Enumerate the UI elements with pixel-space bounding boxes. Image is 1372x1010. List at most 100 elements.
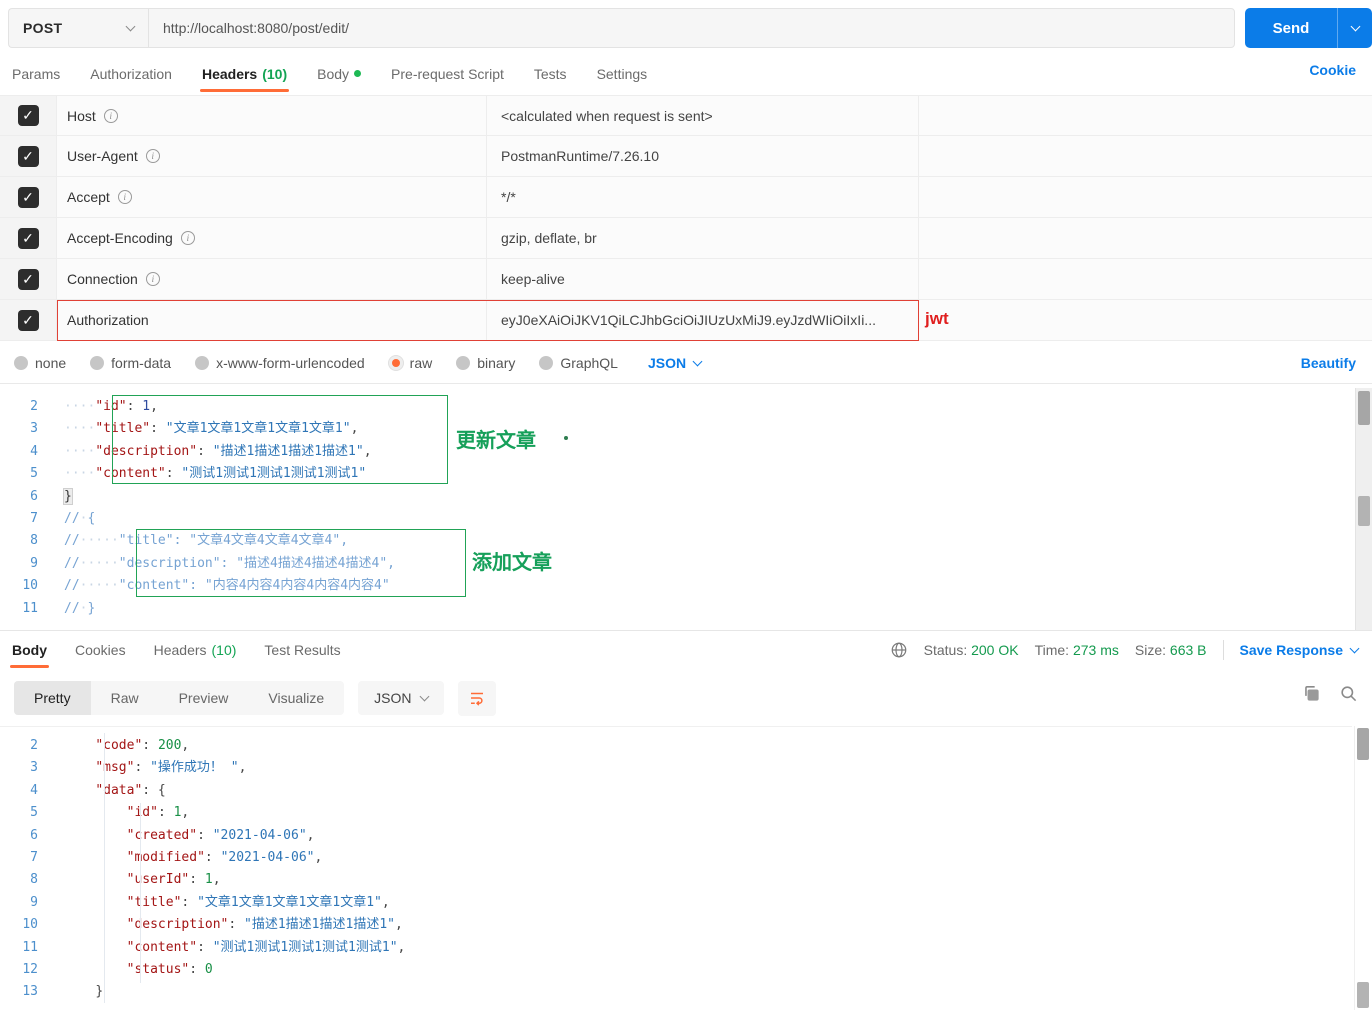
header-value: keep-alive: [487, 259, 919, 299]
line-number: 6: [30, 488, 38, 504]
checkbox-checked[interactable]: ✓: [17, 309, 39, 331]
body-has-content-dot: [354, 70, 362, 77]
scrollbar-thumb[interactable]: [1357, 728, 1369, 760]
code-line: 2 ····"id": 1,: [0, 396, 1352, 418]
tab-pre-request-script[interactable]: Pre-request Script: [391, 55, 504, 92]
copy-icon[interactable]: [1302, 684, 1321, 703]
response-tools: [1302, 684, 1358, 703]
radio-none[interactable]: none: [14, 355, 66, 371]
code-line: 2 "code": 200,: [0, 735, 1352, 757]
info-icon: i: [145, 272, 160, 286]
tab-response-headers[interactable]: Headers (10): [154, 631, 237, 668]
code-line: 13 }: [0, 981, 1352, 1003]
tab-settings[interactable]: Settings: [597, 55, 648, 92]
checkbox-checked[interactable]: ✓: [17, 227, 39, 249]
raw-language-select[interactable]: JSON: [648, 355, 703, 371]
checkbox-checked[interactable]: ✓: [17, 268, 39, 290]
view-raw[interactable]: Raw: [91, 681, 159, 715]
response-view-bar: Pretty Raw Preview Visualize JSON: [0, 676, 1372, 720]
url-input[interactable]: [149, 9, 1234, 47]
checkbox-checked[interactable]: ✓: [17, 105, 39, 126]
radio-icon: [195, 355, 210, 370]
response-body-viewer[interactable]: 2 "code": 200, 3 "msg": "操作成功！ ", 4 "data"…: [0, 726, 1352, 1010]
response-headers-count: (10): [211, 641, 237, 658]
code-line: 6 "created": "2021-04-06",: [0, 825, 1352, 847]
code-line: 12 "status": 0: [0, 959, 1352, 981]
search-icon[interactable]: [1339, 684, 1358, 703]
send-button[interactable]: Send: [1245, 8, 1372, 48]
wrap-lines-icon: [470, 692, 483, 706]
code-line: 10//·····"content": "内容4内容4内容4内容4内容4": [0, 575, 1352, 597]
checkbox-checked[interactable]: ✓: [17, 145, 39, 167]
code-line: 9//·····"description": "描述4描述4描述4描述4",: [0, 553, 1352, 575]
response-language-select[interactable]: JSON: [358, 681, 444, 715]
code-line: 4 "data": {: [0, 780, 1352, 802]
code-line: 11 "content": "测试1测试1测试1测试1测试1",: [0, 937, 1352, 959]
globe-icon: [891, 642, 906, 657]
radio-selected-icon: [388, 355, 403, 370]
chevron-down-icon: [419, 691, 429, 702]
code-line: 3 ····"title": "文章1文章1文章1文章1文章1",: [0, 418, 1352, 440]
line-number: 7: [30, 510, 38, 526]
view-pretty[interactable]: Pretty: [14, 681, 91, 715]
code-line: 4 ····"description": "描述1描述1描述1描述1",: [0, 441, 1352, 463]
body-type-row: none form-data x-www-form-urlencoded raw…: [0, 342, 1372, 384]
radio-icon: [539, 355, 554, 370]
status-label: Status:: [923, 641, 968, 658]
tab-body[interactable]: Body: [317, 55, 362, 92]
add-annotation: 添加文章: [472, 552, 552, 574]
code-line: 3 "msg": "操作成功！ ",: [0, 757, 1352, 779]
view-visualize[interactable]: Visualize: [248, 681, 344, 715]
postman-window: POST Send Params Authorization Headers(1…: [0, 0, 1372, 1010]
line-number: 10: [22, 917, 38, 933]
code-line: 7 "modified": "2021-04-06",: [0, 847, 1352, 869]
tab-tests[interactable]: Tests: [534, 55, 567, 92]
radio-graphql[interactable]: GraphQL: [539, 355, 618, 371]
tab-authorization[interactable]: Authorization: [90, 55, 172, 92]
save-response-button[interactable]: Save Response: [1240, 642, 1360, 658]
request-body-editor[interactable]: 更新文章 添加文章 2 ····"id": 1, 3 ····"title": "文章…: [0, 388, 1352, 630]
code-line: 6}: [0, 486, 1352, 508]
tab-response-cookies[interactable]: Cookies: [75, 631, 126, 668]
line-number: 5: [30, 805, 38, 821]
request-tabs: Params Authorization Headers (10) Body Pr…: [0, 55, 1372, 92]
radio-form-data[interactable]: form-data: [90, 355, 171, 371]
method-select[interactable]: POST: [8, 8, 148, 48]
beautify-link[interactable]: Beautify: [1301, 355, 1356, 371]
tab-test-results[interactable]: Test Results: [264, 631, 340, 668]
tab-response-body[interactable]: Body: [10, 631, 49, 668]
code-line: 11//·}: [0, 598, 1352, 620]
status-badge: 200 OK: [971, 641, 1019, 658]
line-number: 5: [30, 466, 38, 482]
request-editor-scrollbar[interactable]: [1355, 388, 1372, 630]
line-number: 3: [30, 421, 38, 437]
header-key: User-Agent: [67, 148, 138, 164]
radio-raw[interactable]: raw: [388, 355, 432, 371]
jwt-annotation: jwt: [925, 309, 949, 328]
radio-icon: [456, 355, 471, 370]
tab-params[interactable]: Params: [12, 55, 60, 92]
radio-icon: [90, 355, 105, 370]
response-scrollbar[interactable]: [1354, 726, 1372, 1010]
wrap-lines-button[interactable]: [457, 680, 496, 716]
header-key: Host: [67, 107, 96, 124]
send-options-button[interactable]: [1338, 21, 1372, 32]
table-row: ✓ Accept-Encoding i gzip, deflate, br: [0, 218, 1372, 259]
tab-headers[interactable]: Headers (10): [199, 55, 290, 92]
header-value: PostmanRuntime/7.26.10: [487, 136, 919, 176]
info-icon: i: [103, 108, 118, 123]
checkbox-checked[interactable]: ✓: [17, 186, 39, 208]
table-row: ✓ Accept i */*: [0, 177, 1372, 218]
headers-count: (10): [262, 65, 288, 82]
scrollbar-thumb[interactable]: [1358, 391, 1370, 425]
cookies-link[interactable]: Cookie: [1309, 62, 1356, 78]
view-preview[interactable]: Preview: [159, 681, 249, 715]
line-number: 7: [30, 849, 38, 865]
line-number: 2: [30, 738, 38, 753]
line-number: 2: [30, 399, 38, 414]
radio-x-www-form-urlencoded[interactable]: x-www-form-urlencoded: [195, 355, 365, 371]
line-number: 9: [30, 555, 38, 571]
radio-binary[interactable]: binary: [456, 355, 515, 371]
line-number: 10: [22, 578, 38, 594]
line-number: 11: [22, 939, 38, 955]
